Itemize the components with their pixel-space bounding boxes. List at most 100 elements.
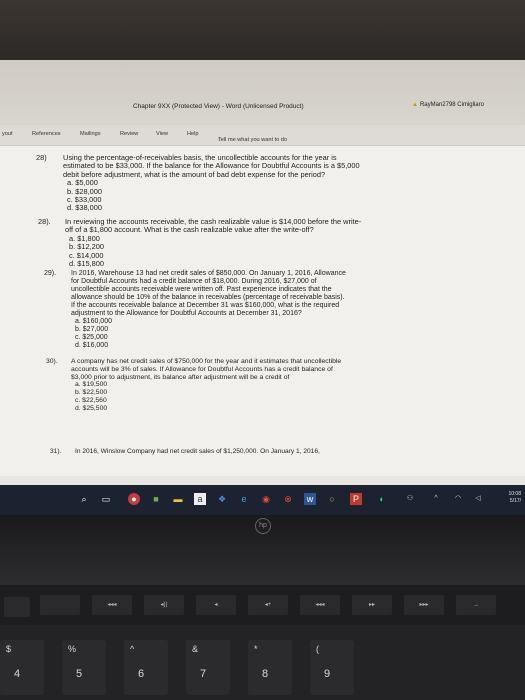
tab-references[interactable]: References xyxy=(32,131,61,137)
key-f5[interactable]: ◂+ xyxy=(248,595,288,615)
question-number: 28). xyxy=(38,217,51,226)
key-9[interactable]: ( 9 xyxy=(310,640,354,695)
key-shift-symbol: * xyxy=(254,644,258,654)
key-8[interactable]: * 8 xyxy=(248,640,292,695)
key-f3[interactable]: ◂)) xyxy=(144,595,184,615)
taskbar: ⌕ ▭ ● ■ ▬ a ❖ e ◉ ⊗ w ○ P ◐ ⚇ ^ ◠ ◁ 10:0… xyxy=(0,485,525,515)
answer-option: d. $15,800 xyxy=(69,259,104,269)
tray-chevron-icon[interactable]: ^ xyxy=(430,493,442,505)
key-number: 9 xyxy=(324,668,331,680)
key-f1[interactable] xyxy=(40,595,80,615)
question-number: 30). xyxy=(46,358,58,365)
answer-option: c. $22,560 xyxy=(75,396,107,404)
key-f8[interactable]: ▸▸▸ xyxy=(404,595,444,615)
key-shift-symbol: $ xyxy=(6,644,12,654)
tab-layout[interactable]: yout xyxy=(2,131,13,137)
app-icon[interactable]: ● xyxy=(128,493,140,505)
laptop-screen: Chapter 9XX (Protected View) - Word (Unl… xyxy=(0,60,525,515)
answer-option: a. $1,800 xyxy=(69,233,100,243)
key-f7[interactable]: ▸▸ xyxy=(352,595,392,615)
key-number: 4 xyxy=(14,668,21,680)
answer-option: a. $19,500 xyxy=(75,381,108,389)
volume-icon[interactable]: ◁ xyxy=(472,493,484,505)
tab-help[interactable]: Help xyxy=(187,131,199,137)
question-text: In 2016, Winslow Company had net credit … xyxy=(75,448,320,455)
answer-option: a. $160,000 xyxy=(75,318,112,325)
tab-mailings[interactable]: Mailings xyxy=(80,131,101,137)
question-text: uncollectible accounts receivable were w… xyxy=(71,286,332,293)
question-text: debit before adjustment, what is the amo… xyxy=(63,169,326,179)
store-icon[interactable]: ■ xyxy=(150,493,162,505)
user-account[interactable]: ▲ RayMan2798 Cimigliaro xyxy=(412,102,484,108)
tab-view[interactable]: View xyxy=(156,131,168,137)
key-shift-symbol: ( xyxy=(316,644,319,654)
stop-icon[interactable]: ⊗ xyxy=(282,493,294,505)
key-shift-symbol: & xyxy=(192,644,199,654)
wifi-icon[interactable]: ◠ xyxy=(452,493,464,505)
dropbox-icon[interactable]: ❖ xyxy=(216,493,228,505)
amazon-icon[interactable]: a xyxy=(194,493,206,505)
answer-option: b. $28,000 xyxy=(67,186,102,196)
key-f6[interactable]: ◂◂◂ xyxy=(300,595,340,615)
key-5[interactable]: % 5 xyxy=(62,640,106,695)
ribbon-tabs: yout References Mailings Review View Hel… xyxy=(0,125,525,146)
answer-option: c. $33,000 xyxy=(67,195,102,205)
tell-me-text: Tell me what you want to do xyxy=(218,137,288,143)
powerpoint-icon[interactable]: P xyxy=(350,493,362,505)
hp-logo-icon: hp xyxy=(255,518,271,534)
warning-icon: ▲ xyxy=(412,102,418,108)
answer-option: d. $38,000 xyxy=(67,203,102,213)
question-text: adjustment to the Allowance for Doubtful… xyxy=(71,310,302,317)
question-number: 28) xyxy=(36,153,47,162)
question-text: A company has net credit sales of $750,0… xyxy=(71,358,342,365)
clock[interactable]: 10:08 5/17/ xyxy=(508,491,521,505)
people-icon[interactable]: ⚇ xyxy=(404,493,416,505)
key-7[interactable]: & 7 xyxy=(186,640,230,695)
key-number: 7 xyxy=(200,668,207,680)
answer-option: c. $14,000 xyxy=(69,250,104,260)
clock-time: 10:08 xyxy=(508,491,521,497)
answer-option: d. $25,500 xyxy=(75,404,108,412)
question-number: 29). xyxy=(44,270,57,277)
clock-date: 5/17/ xyxy=(509,498,521,504)
key-shift-symbol: ^ xyxy=(130,644,135,654)
task-view-icon[interactable]: ▭ xyxy=(100,493,112,505)
answer-option: d. $16,000 xyxy=(75,342,109,349)
key-esc[interactable] xyxy=(4,597,30,617)
window-title: Chapter 9XX (Protected View) - Word (Unl… xyxy=(133,103,304,110)
title-bar: Chapter 9XX (Protected View) - Word (Unl… xyxy=(0,60,525,125)
document-page: 28) Using the percentage-of-receivables … xyxy=(0,146,525,476)
key-number: 8 xyxy=(262,668,269,680)
search-icon[interactable]: ⌕ xyxy=(78,493,90,505)
answer-option: b. $12,200 xyxy=(69,242,104,252)
question-text: If the accounts receivable balance at De… xyxy=(71,302,340,309)
word-icon[interactable]: w xyxy=(304,493,316,505)
question-number: 31). xyxy=(50,448,62,455)
browser-icon[interactable]: ◐ xyxy=(376,493,388,505)
key-f4[interactable]: ◂ xyxy=(196,595,236,615)
answer-option: b. $22,500 xyxy=(75,389,108,397)
background-wall xyxy=(0,0,525,60)
question-text: allowance should be 10% of the balance i… xyxy=(71,294,345,301)
question-text: $3,000 prior to adjustment, its balance … xyxy=(71,373,290,381)
folder-icon[interactable]: ▬ xyxy=(172,493,184,505)
edge-icon[interactable]: e xyxy=(238,493,250,505)
tab-review[interactable]: Review xyxy=(120,131,138,137)
key-shift-symbol: % xyxy=(68,644,77,654)
key-4[interactable]: $ 4 xyxy=(0,640,44,695)
answer-option: a. $5,000 xyxy=(67,178,98,188)
chrome-icon[interactable]: ◉ xyxy=(260,493,272,505)
key-number: 5 xyxy=(76,668,83,680)
user-name: RayMan2798 Cimigliaro xyxy=(419,102,484,108)
key-f9[interactable]: → xyxy=(456,595,496,615)
function-key-row: ◂◂◂ ◂)) ◂ ◂+ ◂◂◂ ▸▸ ▸▸▸ → xyxy=(0,585,525,625)
question-text: for Doubtful Accounts had a credit balan… xyxy=(71,278,317,285)
key-6[interactable]: ^ 6 xyxy=(124,640,168,695)
number-key-row: $ 4 % 5 ^ 6 & 7 * 8 ( 9 xyxy=(0,625,525,700)
question-text: In 2016, Warehouse 13 had net credit sal… xyxy=(71,270,346,277)
answer-option: c. $25,000 xyxy=(75,334,108,341)
question-text: off of a $1,800 account. What is the cas… xyxy=(65,225,314,235)
circle-app-icon[interactable]: ○ xyxy=(326,493,338,505)
key-number: 6 xyxy=(138,668,145,680)
key-f2[interactable]: ◂◂◂ xyxy=(92,595,132,615)
